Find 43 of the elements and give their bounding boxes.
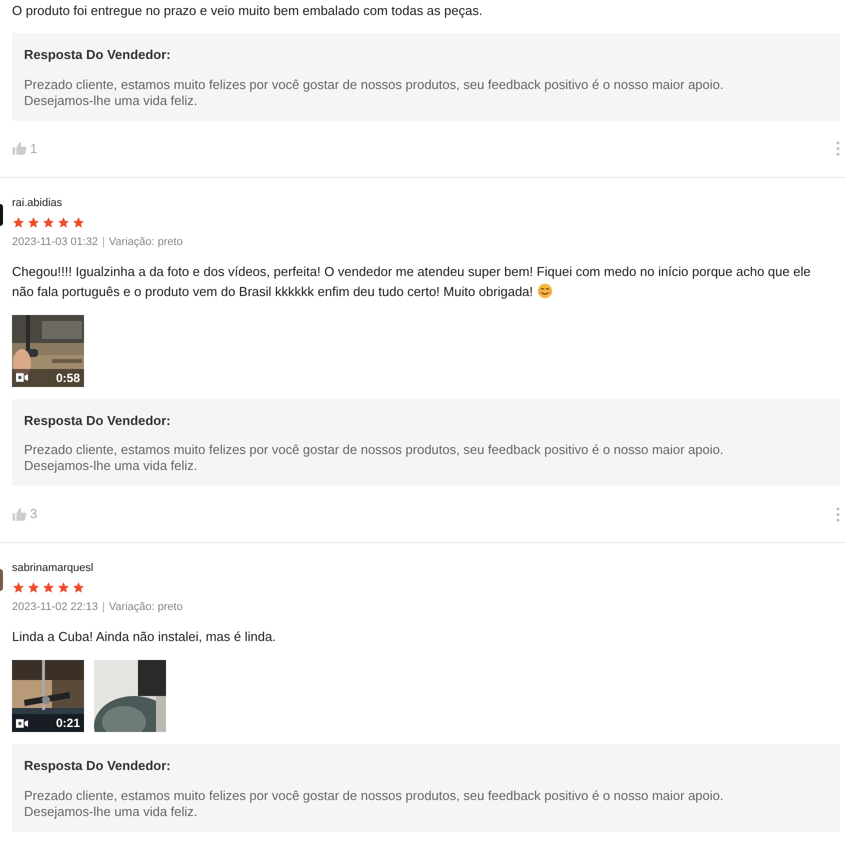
avatar — [0, 569, 3, 591]
star-icon — [42, 581, 55, 594]
video-duration: 0:21 — [56, 715, 80, 732]
username: sabrinamarquesl — [12, 561, 94, 575]
avatar — [0, 204, 3, 226]
review-date: 2023-11-02 22:13 — [12, 600, 98, 614]
reply-text: Prezado cliente, estamos muito felizes por você gostar de nossos produtos, seu feedback positivo é o nosso maior apoio. Desejamos-lhe uma vida feliz. — [24, 788, 724, 820]
video-thumbnail[interactable]: 0:58 — [12, 314, 84, 386]
separator: | — [102, 234, 105, 248]
star-icon — [42, 216, 55, 228]
video-thumbnail[interactable]: 0:21 — [12, 660, 84, 732]
thumbs-up-icon[interactable] — [12, 141, 27, 156]
thumbs-up-icon[interactable] — [12, 506, 27, 522]
star-icon — [57, 216, 70, 228]
smiling-face-icon — [537, 282, 554, 298]
star-icon — [12, 216, 25, 228]
reply-title: Resposta Do Vendedor: — [24, 757, 172, 775]
star-icon — [57, 581, 70, 594]
like-count: 3 — [30, 505, 38, 524]
more-options-icon[interactable] — [836, 506, 840, 522]
video-camera-icon — [16, 373, 28, 382]
review-text: Chegou!!!! Igualzinha a da foto e dos vídeos, perfeita! O vendedor me atendeu super bem! Fiquei com medo no início porque acho que ele não fala português e o produto vem do Brasil kkkkkk enfim deu tudo certo! Muito obrigada! — [12, 262, 812, 301]
star-icon — [72, 581, 85, 594]
star-icon — [12, 581, 25, 594]
video-camera-icon — [16, 718, 28, 728]
reply-title: Resposta Do Vendedor: — [24, 412, 172, 430]
more-options-icon[interactable] — [836, 141, 840, 156]
reply-text: Prezado cliente, estamos muito felizes por você gostar de nossos produtos, seu feedback positivo é o nosso maior apoio. Desejamos-lhe uma vida feliz. — [24, 76, 724, 108]
video-duration: 0:58 — [56, 370, 80, 386]
star-icon — [72, 216, 85, 228]
star-icon — [27, 216, 40, 228]
review-date: 2023-11-03 01:32 — [12, 234, 98, 248]
variation-label: Variação: preto — [108, 234, 183, 248]
reply-text: Prezado cliente, estamos muito felizes por você gostar de nossos produtos, seu feedback positivo é o nosso maior apoio. Desejamos-lhe uma vida feliz. — [24, 442, 724, 474]
separator: | — [102, 600, 105, 614]
review-text: O produto foi entregue no prazo e veio muito bem embalado com todas as peças. — [12, 2, 484, 20]
username: rai.abidias — [12, 196, 64, 210]
variation-label: Variação: preto — [108, 600, 183, 614]
like-count: 1 — [30, 140, 38, 158]
reply-title: Resposta Do Vendedor: — [24, 46, 172, 64]
star-icon — [27, 581, 40, 594]
review-text: Linda a Cuba! Ainda não instalei, mas é linda. — [12, 628, 277, 646]
photo-thumbnail[interactable] — [94, 660, 166, 732]
